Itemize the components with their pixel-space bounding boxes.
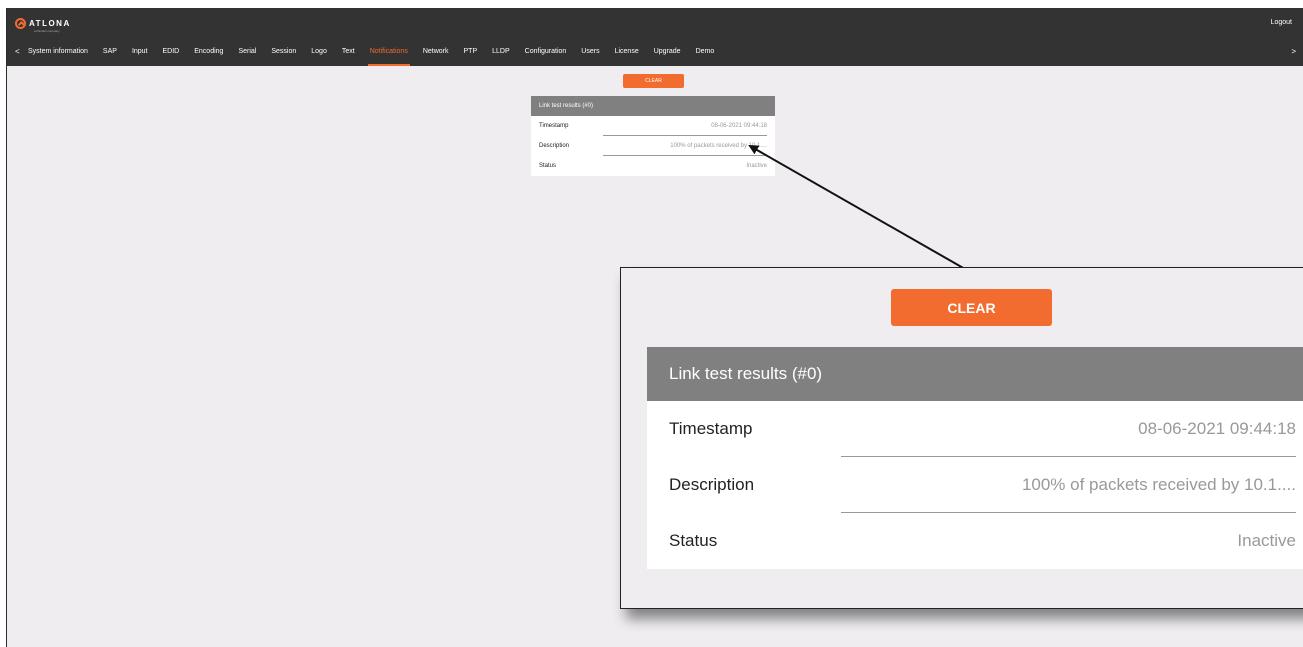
tab-notifications[interactable]: Notifications	[367, 48, 410, 66]
timestamp-value: 08-06-2021 09:44:18	[711, 123, 767, 129]
card-title: Link test results (#0)	[531, 96, 775, 116]
link-test-results-card: Link test results (#0) Timestamp 08-06-2…	[531, 96, 775, 176]
status-value: Inactive	[746, 163, 767, 169]
atlona-logo-icon	[15, 17, 26, 29]
description-label-zoomed: Description	[669, 475, 755, 494]
zoom-callout: CLEAR Link test results (#0) Timestamp 0…	[620, 267, 1303, 609]
atlona-logo: ATLONA	[15, 16, 71, 30]
timestamp-value-zoomed: 08-06-2021 09:44:18	[1138, 419, 1296, 438]
description-value-zoomed: 100% of packets received by 10.1....	[1021, 475, 1296, 494]
link-test-results-card-zoomed: Link test results (#0) Timestamp 08-06-2…	[647, 347, 1303, 569]
tab-sap[interactable]: SAP	[103, 48, 117, 66]
tab-input[interactable]: Input	[132, 48, 148, 66]
tab-demo[interactable]: Demo	[696, 48, 715, 66]
brand-name: ATLONA	[29, 18, 71, 28]
tab-system-information[interactable]: System information	[28, 48, 88, 66]
description-label: Description	[539, 143, 570, 149]
tab-lldp[interactable]: LLDP	[492, 48, 510, 66]
description-row-zoomed: Description 100% of packets received by …	[647, 457, 1303, 513]
timestamp-row: Timestamp 08-06-2021 09:44:18	[531, 116, 775, 136]
timestamp-label-zoomed: Timestamp	[669, 419, 753, 438]
tab-license[interactable]: License	[615, 48, 639, 66]
tab-configuration[interactable]: Configuration	[525, 48, 567, 66]
status-label-zoomed: Status	[669, 531, 718, 550]
tab-encoding[interactable]: Encoding	[194, 48, 223, 66]
description-row: Description 100% of packets received by …	[531, 136, 775, 156]
status-value-zoomed: Inactive	[1237, 531, 1296, 550]
tab-serial[interactable]: Serial	[238, 48, 256, 66]
status-row: Status Inactive	[531, 156, 775, 176]
tab-upgrade[interactable]: Upgrade	[654, 48, 681, 66]
tab-bar: System information SAP Input EDID Encodi…	[28, 48, 729, 66]
top-bar: ATLONA a Panduit company Logout < System…	[7, 8, 1303, 66]
clear-button[interactable]: CLEAR	[623, 74, 684, 88]
nav-prev-arrow-icon[interactable]: <	[15, 47, 20, 56]
nav-next-arrow-icon[interactable]: >	[1291, 47, 1296, 56]
tab-logo[interactable]: Logo	[311, 48, 327, 66]
brand-subtitle: a Panduit company	[34, 29, 60, 33]
timestamp-row-zoomed: Timestamp 08-06-2021 09:44:18	[647, 401, 1303, 457]
status-label: Status	[539, 163, 557, 169]
tab-ptp[interactable]: PTP	[464, 48, 478, 66]
logout-link[interactable]: Logout	[1271, 19, 1292, 26]
tab-session[interactable]: Session	[271, 48, 296, 66]
card-title-zoomed: Link test results (#0)	[647, 347, 1303, 401]
main-nav: < System information SAP Input EDID Enco…	[7, 44, 1303, 66]
tab-edid[interactable]: EDID	[163, 48, 180, 66]
status-row-zoomed: Status Inactive	[647, 513, 1303, 569]
tab-users[interactable]: Users	[581, 48, 599, 66]
timestamp-label: Timestamp	[539, 123, 569, 129]
description-value: 100% of packets received by 10.1....	[670, 143, 767, 149]
tab-text[interactable]: Text	[342, 48, 355, 66]
clear-button-zoomed[interactable]: CLEAR	[891, 289, 1052, 326]
tab-network[interactable]: Network	[423, 48, 449, 66]
